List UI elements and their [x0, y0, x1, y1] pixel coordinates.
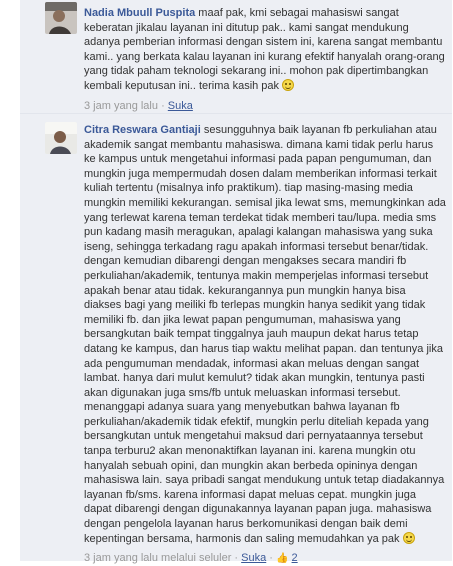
thumbs-up-icon[interactable]: 👍: [276, 553, 288, 564]
meta-separator: ·: [234, 552, 239, 565]
avatar[interactable]: [45, 122, 77, 154]
comment-meta: 3 jam yang lalu · Suka: [84, 99, 446, 113]
timestamp[interactable]: 3 jam yang lalu: [84, 100, 158, 112]
comment-2: Citra Reswara Gantiaji sesungguhnya baik…: [20, 114, 452, 564]
like-link[interactable]: Suka: [241, 552, 266, 564]
comment-author-link[interactable]: Nadia Mbuull Puspita: [84, 7, 195, 19]
comment-1: Nadia Mbuull Puspita maaf pak, kmi sebag…: [20, 0, 452, 114]
like-count[interactable]: 2: [292, 552, 298, 564]
avatar[interactable]: [45, 2, 77, 34]
like-link[interactable]: Suka: [168, 100, 193, 112]
meta-separator: ·: [161, 99, 165, 112]
comment-meta: 3 jam yang lalu melalui seluler · Suka ·…: [84, 551, 446, 566]
comment-author-link[interactable]: Citra Reswara Gantiaji: [84, 124, 201, 136]
smiley-icon: [282, 78, 295, 91]
comment-text: maaf pak, kmi sebagai mahasiswi sangat k…: [84, 7, 445, 92]
comment-text: sesungguhnya baik layanan fb perkuliahan…: [84, 124, 446, 545]
smiley-icon: [402, 531, 415, 544]
timestamp[interactable]: 3 jam yang lalu melalui seluler: [84, 552, 231, 564]
meta-separator: ·: [269, 552, 273, 565]
comment-body: Nadia Mbuull Puspita maaf pak, kmi sebag…: [84, 6, 446, 113]
comment-body: Citra Reswara Gantiaji sesungguhnya baik…: [84, 123, 446, 566]
